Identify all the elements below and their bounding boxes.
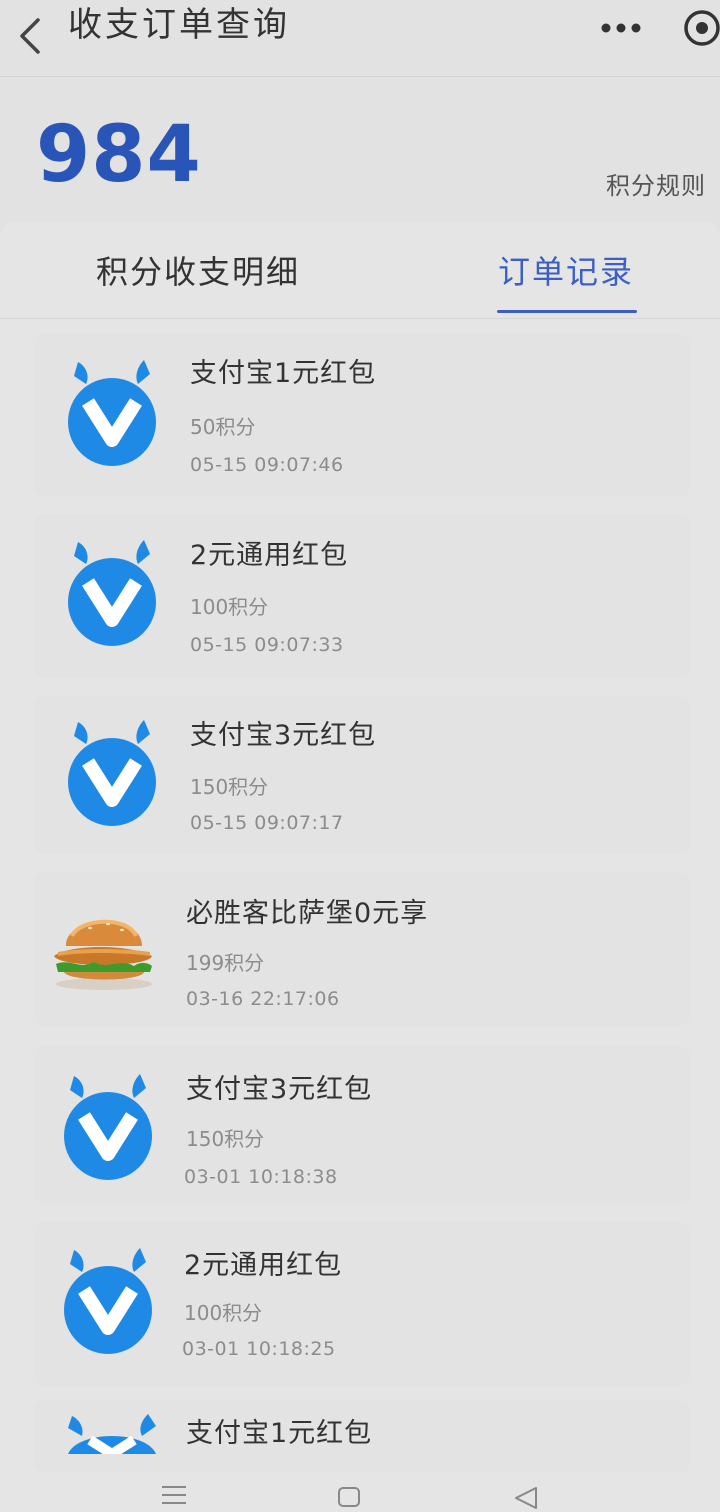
- blue-v-logo-icon: [64, 1248, 152, 1354]
- target-circle-icon[interactable]: [680, 8, 720, 48]
- order-item[interactable]: 支付宝1元红包: [34, 1400, 690, 1472]
- order-title: 支付宝3元红包: [186, 1074, 373, 1105]
- blue-v-logo-icon: [68, 540, 156, 646]
- order-item[interactable]: 2元通用红包 100积分 05-15 09:07:33: [34, 514, 690, 678]
- active-tab-indicator: [497, 310, 637, 313]
- system-nav-bar: [0, 1472, 720, 1512]
- tab-divider: [0, 318, 720, 319]
- blue-v-logo-icon: [64, 1074, 152, 1180]
- order-title: 支付宝3元红包: [190, 720, 377, 751]
- order-time: 03-01 10:18:38: [184, 1166, 338, 1188]
- order-points: 100积分: [190, 595, 269, 619]
- tab-order-records[interactable]: 订单记录: [498, 250, 634, 294]
- tab-points-detail[interactable]: 积分收支明细: [96, 250, 300, 294]
- blue-v-logo-icon: [68, 720, 156, 826]
- header-divider: [0, 76, 720, 77]
- order-points: 100积分: [184, 1301, 263, 1325]
- page-title: 收支订单查询: [68, 5, 290, 45]
- points-rules-link[interactable]: 积分规则: [606, 166, 706, 201]
- order-time: 05-15 09:07:46: [190, 454, 344, 476]
- order-title: 必胜客比萨堡0元享: [186, 898, 429, 929]
- order-points: 150积分: [190, 775, 269, 799]
- order-title: 支付宝1元红包: [186, 1418, 373, 1449]
- order-item[interactable]: 必胜客比萨堡0元享 199积分 03-16 22:17:06: [34, 872, 690, 1026]
- order-item[interactable]: 支付宝3元红包 150积分 03-01 10:18:38: [34, 1046, 690, 1204]
- order-time: 03-01 10:18:25: [182, 1338, 336, 1360]
- menu-lines-icon[interactable]: [160, 1484, 188, 1506]
- more-dots-icon[interactable]: [598, 20, 644, 36]
- order-item[interactable]: 2元通用红包 100积分 03-01 10:18:25: [34, 1222, 690, 1386]
- order-points: 150积分: [186, 1127, 265, 1151]
- order-time: 03-16 22:17:06: [186, 988, 340, 1010]
- triangle-back-icon[interactable]: [512, 1484, 540, 1510]
- order-points: 199积分: [186, 951, 265, 975]
- points-balance: 984: [36, 110, 202, 200]
- order-title: 2元通用红包: [184, 1250, 343, 1281]
- order-time: 05-15 09:07:17: [190, 812, 344, 834]
- burger-image: [54, 919, 152, 990]
- order-points: 50积分: [190, 415, 256, 439]
- blue-v-logo-icon: [68, 360, 156, 466]
- order-title: 支付宝1元红包: [190, 358, 377, 389]
- top-bar: 收支订单查询: [0, 0, 720, 74]
- order-time: 05-15 09:07:33: [190, 634, 344, 656]
- order-title: 2元通用红包: [190, 540, 349, 571]
- order-item[interactable]: 支付宝3元红包 150积分 05-15 09:07:17: [34, 696, 690, 854]
- order-item[interactable]: 支付宝1元红包 50积分 05-15 09:07:46: [34, 334, 690, 496]
- blue-v-logo-icon: [68, 1414, 156, 1454]
- chevron-left-icon[interactable]: [12, 14, 52, 58]
- square-home-icon[interactable]: [337, 1486, 361, 1508]
